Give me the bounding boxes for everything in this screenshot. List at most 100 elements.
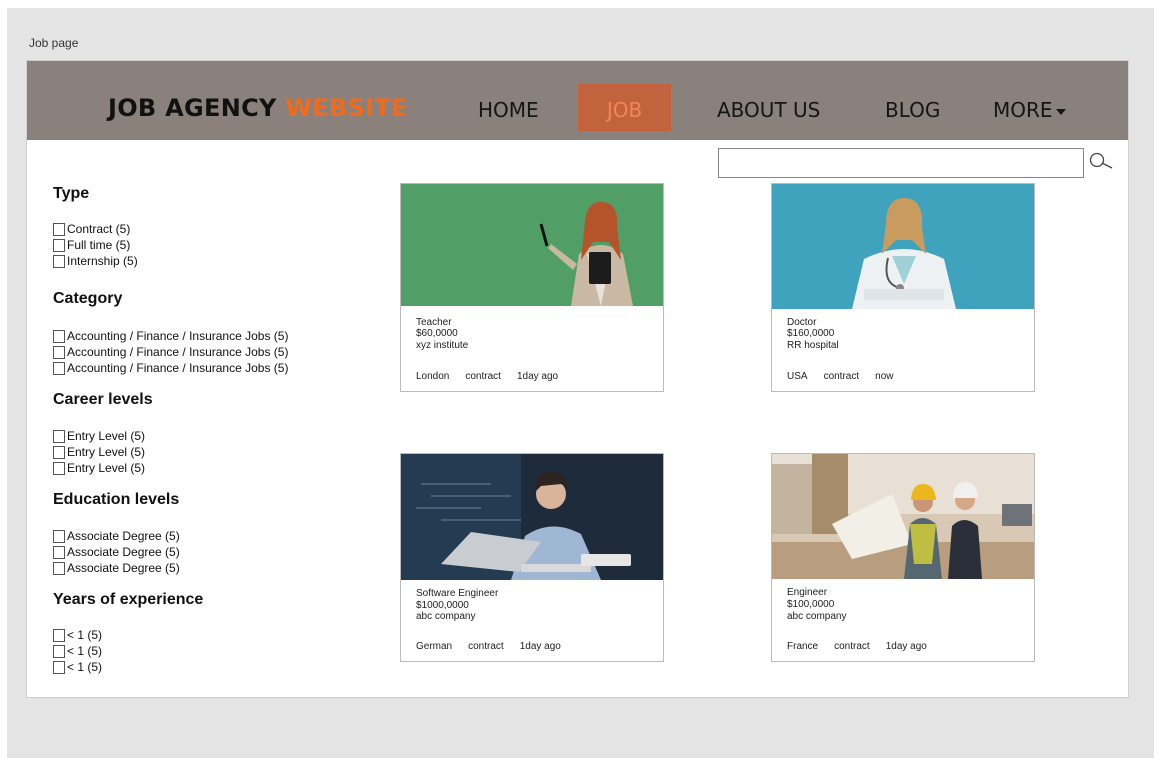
job-posted: now [875,371,894,382]
nav-about-us[interactable]: ABOUT US [717,98,820,122]
job-location: USA [787,371,808,382]
job-card-software-engineer[interactable]: Software Engineer $1000,0000 abc company… [400,453,664,662]
job-type: contract [468,641,504,652]
job-salary: $160,0000 [787,328,835,339]
nav-more-label: MORE [993,98,1053,122]
job-company: abc company [787,611,847,622]
brand-accent: WEBSITE [285,94,408,122]
filter-option[interactable]: Entry Level (5) [53,428,145,444]
option-label: Accounting / Finance / Insurance Jobs (5… [67,329,289,343]
job-card-engineer[interactable]: Engineer $100,0000 abc company France con… [771,453,1035,662]
checkbox[interactable] [53,445,65,459]
search-input[interactable] [718,148,1084,178]
caret-down-icon [1055,108,1066,115]
filter-option[interactable]: Accounting / Finance / Insurance Jobs (5… [53,360,288,376]
job-photo-software-engineer [401,454,663,580]
option-label: < 1 (5) [67,660,103,674]
option-label: Entry Level (5) [67,429,146,443]
filter-option[interactable]: Accounting / Finance / Insurance Jobs (5… [53,328,288,344]
option-label: Internship (5) [67,254,138,268]
filter-option[interactable]: < 1 (5) [53,643,102,659]
job-meta: German contract 1day ago [416,641,577,652]
nav-job[interactable]: JOB [578,84,671,131]
checkbox[interactable] [53,429,65,443]
job-meta: London contract 1day ago [416,371,574,382]
filter-title-years-of-experience: Years of experience [53,591,204,608]
filter-title-education-levels: Education levels [53,491,180,508]
job-title: Software Engineer [416,588,499,599]
job-photo-engineer [772,454,1034,579]
filter-option[interactable]: Internship (5) [53,253,138,269]
option-label: < 1 (5) [67,628,103,642]
checkbox[interactable] [53,529,65,543]
checkbox[interactable] [53,561,65,575]
search-icon[interactable] [1088,151,1114,173]
option-label: < 1 (5) [67,644,103,658]
filter-option[interactable]: < 1 (5) [53,659,102,675]
checkbox[interactable] [53,238,65,252]
job-company: xyz institute [416,340,469,351]
brand-logo[interactable]: JOB AGENCY WEBSITE [108,94,408,122]
checkbox[interactable] [53,345,65,359]
job-card-teacher[interactable]: Teacher $60,0000 xyz institute London con… [400,183,664,392]
job-type: contract [834,641,870,652]
option-label: Entry Level (5) [67,461,146,475]
job-meta: USA contract now [787,371,910,382]
checkbox[interactable] [53,254,65,268]
filter-option[interactable]: Entry Level (5) [53,460,145,476]
checkbox[interactable] [53,644,65,658]
job-location: France [787,641,819,652]
nav-home[interactable]: HOME [478,98,539,122]
job-company: abc company [416,611,476,622]
job-company: RR hospital [787,340,839,351]
job-salary: $100,0000 [787,599,835,610]
navbar: JOB AGENCY WEBSITE HOME JOB ABOUT US BLO… [27,61,1128,140]
option-label: Accounting / Finance / Insurance Jobs (5… [67,345,289,359]
filter-option[interactable]: Accounting / Finance / Insurance Jobs (5… [53,344,288,360]
checkbox[interactable] [53,361,65,375]
checkbox[interactable] [53,545,65,559]
job-title: Doctor [787,317,817,328]
checkbox[interactable] [53,329,65,343]
brand-name: JOB AGENCY [108,94,277,122]
job-salary: $1000,0000 [416,600,469,611]
job-location: German [416,641,453,652]
option-label: Associate Degree (5) [67,529,180,543]
checkbox[interactable] [53,222,65,236]
option-label: Associate Degree (5) [67,545,180,559]
filter-option[interactable]: Associate Degree (5) [53,544,180,560]
job-type: contract [465,371,501,382]
nav-blog[interactable]: BLOG [885,98,940,122]
page-frame: JOB AGENCY WEBSITE HOME JOB ABOUT US BLO… [26,60,1129,698]
nav-job-label: JOB [606,98,643,122]
filter-option[interactable]: Entry Level (5) [53,444,145,460]
job-salary: $60,0000 [416,328,458,339]
checkbox[interactable] [53,628,65,642]
filter-title-type: Type [53,185,90,202]
checkbox[interactable] [53,461,65,475]
checkbox[interactable] [53,660,65,674]
job-posted: 1day ago [519,641,561,652]
filter-option[interactable]: Full time (5) [53,237,130,253]
job-meta: France contract 1day ago [787,641,943,652]
filter-option[interactable]: Associate Degree (5) [53,560,180,576]
filter-option[interactable]: Associate Degree (5) [53,528,180,544]
filter-option[interactable]: Contract (5) [53,221,130,237]
job-posted: 1day ago [885,641,927,652]
option-label: Contract (5) [67,222,131,236]
job-type: contract [823,371,860,382]
filter-option[interactable]: < 1 (5) [53,627,102,643]
job-card-doctor[interactable]: Doctor $160,0000 RR hospital USA contract… [771,183,1035,392]
option-label: Full time (5) [67,238,131,252]
job-photo-teacher [401,184,663,306]
job-location: London [416,371,450,382]
option-label: Accounting / Finance / Insurance Jobs (5… [67,361,289,375]
job-title: Teacher [416,317,452,328]
option-label: Entry Level (5) [67,445,146,459]
filter-title-category: Category [53,290,123,307]
filter-title-career-levels: Career levels [53,391,153,408]
option-label: Associate Degree (5) [67,561,180,575]
job-photo-doctor [772,184,1034,309]
nav-more[interactable]: MORE [993,98,1066,122]
job-title: Engineer [787,587,828,598]
